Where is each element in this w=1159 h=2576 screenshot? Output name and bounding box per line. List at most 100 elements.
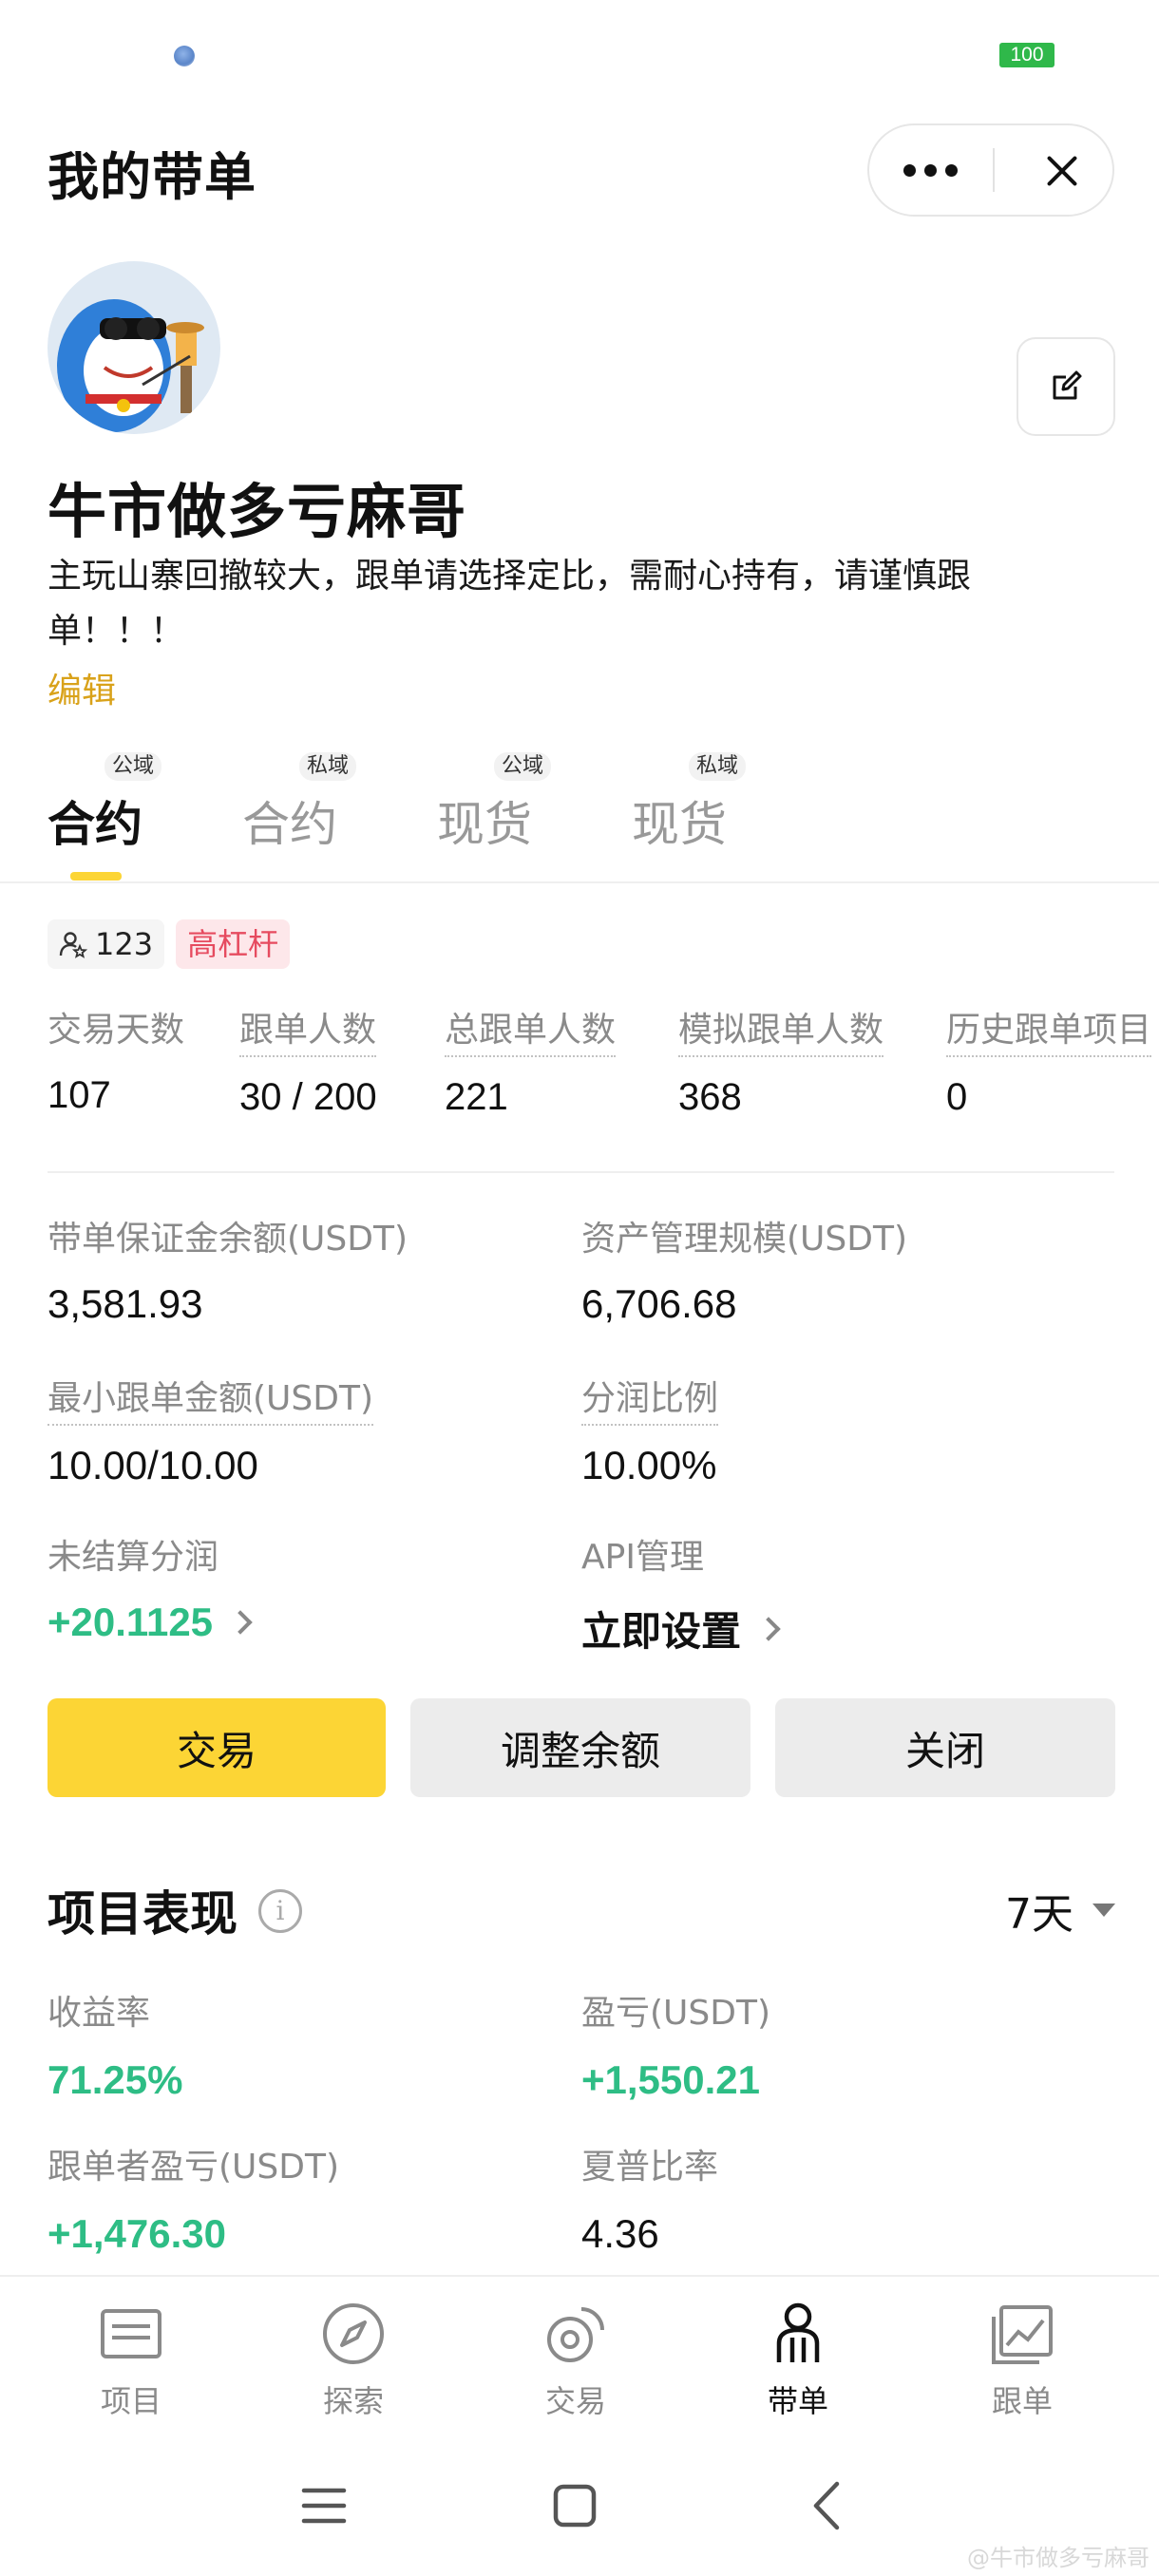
- stat-followers[interactable]: 跟单人数 30 / 200: [239, 1002, 377, 1119]
- stat-trading-days: 交易天数 107: [48, 1002, 184, 1117]
- user-star-icon: [59, 932, 87, 958]
- stats-row: 交易天数 107 跟单人数 30 / 200 总跟单人数 221 模拟跟单人数 …: [0, 1002, 1159, 1135]
- tab-private-spot[interactable]: 私域 现货: [632, 750, 747, 883]
- mini-program-capsule: [867, 123, 1114, 217]
- notification-icon: [174, 46, 195, 66]
- edit-bio-link[interactable]: 编辑: [48, 663, 116, 712]
- stat-label: 跟单人数: [239, 1002, 377, 1057]
- more-options-icon[interactable]: [869, 125, 991, 215]
- tab-tag: 公域: [104, 752, 162, 781]
- active-tab-indicator: [70, 872, 122, 881]
- info-label: 未结算分润: [48, 1538, 219, 1577]
- tab-tag: 私域: [299, 752, 357, 781]
- system-nav-bar: @牛市做多亏麻哥: [0, 2436, 1159, 2576]
- perf-follower-pnl: 跟单者盈亏(USDT) +1,476.30: [48, 2139, 339, 2257]
- tab-public-spot[interactable]: 公域 现货: [437, 750, 552, 883]
- followers-count: 123: [95, 926, 154, 962]
- followers-badge: 123: [48, 919, 165, 969]
- stat-value: 0: [946, 1076, 968, 1118]
- min-copy-amount[interactable]: 最小跟单金额(USDT) 10.00/10.00: [48, 1371, 374, 1488]
- watermark: @牛市做多亏麻哥: [967, 2545, 1150, 2571]
- capsule-divider: [993, 148, 995, 192]
- tab-bar: 公域 合约 私域 合约 公域 现货 私域 现货: [0, 750, 1159, 883]
- close-icon[interactable]: [997, 125, 1112, 215]
- nav-label: 带单: [767, 2383, 828, 2419]
- perf-value: 71.25%: [48, 2057, 183, 2102]
- tab-public-futures[interactable]: 公域 合约: [48, 750, 162, 883]
- info-icon[interactable]: i: [258, 1889, 302, 1933]
- stat-value: 107: [48, 1074, 111, 1116]
- stat-total-followers[interactable]: 总跟单人数 221: [445, 1002, 617, 1119]
- adjust-balance-button[interactable]: 调整余额: [410, 1698, 750, 1797]
- profit-share-ratio[interactable]: 分润比例 10.00%: [581, 1371, 719, 1488]
- home-icon[interactable]: [532, 2472, 618, 2539]
- stat-label: 总跟单人数: [445, 1002, 617, 1057]
- menu-icon[interactable]: [281, 2472, 367, 2539]
- trade-button[interactable]: 交易: [48, 1698, 386, 1797]
- api-management[interactable]: API管理 立即设置: [581, 1529, 781, 1657]
- performance-header: 项目表现 i 7天: [48, 1876, 1115, 1942]
- period-label: 7天: [1005, 1890, 1074, 1939]
- perf-value: 4.36: [581, 2211, 659, 2256]
- tab-label: 现货: [437, 797, 532, 852]
- action-row: 交易 调整余额 关闭: [48, 1698, 1115, 1797]
- info-label: 带单保证金余额(USDT): [48, 1220, 408, 1259]
- perf-roi: 收益率 71.25%: [48, 1985, 182, 2103]
- margin-balance: 带单保证金余额(USDT) 3,581.93: [48, 1211, 408, 1327]
- stat-label: 交易天数: [48, 1011, 185, 1050]
- divider: [48, 1171, 1114, 1173]
- perf-pnl: 盈亏(USDT) +1,550.21: [581, 1985, 770, 2103]
- bio-text: 主玩山寨回撤较大，跟单请选择定比，需耐心持有，请谨慎跟单！！！: [48, 557, 972, 651]
- period-selector[interactable]: 7天: [1005, 1880, 1115, 1941]
- avatar[interactable]: [48, 261, 220, 434]
- perf-value: +1,476.30: [48, 2211, 227, 2256]
- info-value: +20.1125: [48, 1600, 214, 1644]
- compass-icon: [323, 2303, 384, 2364]
- nav-label: 项目: [100, 2383, 162, 2419]
- nav-copy[interactable]: 跟单: [946, 2296, 1098, 2429]
- nickname: 牛市做多亏麻哥: [48, 477, 467, 546]
- copy-chart-icon: [992, 2305, 1053, 2364]
- stat-history-projects[interactable]: 历史跟单项目 0: [946, 1002, 1152, 1119]
- info-value: 10.00/10.00: [48, 1443, 258, 1487]
- perf-label: 收益率: [48, 1994, 151, 2033]
- perf-label: 盈亏(USDT): [581, 1994, 771, 2033]
- stat-simulated-followers[interactable]: 模拟跟单人数 368: [678, 1002, 884, 1119]
- high-leverage-badge: 高杠杆: [176, 919, 291, 969]
- back-icon[interactable]: [785, 2472, 870, 2539]
- nav-projects[interactable]: 项目: [55, 2296, 207, 2429]
- info-label: 分润比例: [581, 1371, 719, 1426]
- person-lead-icon: [776, 2302, 820, 2362]
- info-label: 最小跟单金额(USDT): [48, 1371, 374, 1426]
- nav-label: 交易: [544, 2383, 606, 2419]
- stat-value: 221: [445, 1076, 508, 1118]
- trade-coin-icon: [547, 2307, 604, 2362]
- tab-tag: 私域: [689, 752, 747, 781]
- info-value: 10.00%: [581, 1443, 717, 1487]
- nav-label: 探索: [322, 2383, 384, 2419]
- perf-value: +1,550.21: [581, 2057, 761, 2102]
- caret-down-icon: [1092, 1904, 1115, 1917]
- tab-label: 合约: [48, 797, 142, 852]
- tab-private-futures[interactable]: 私域 合约: [242, 750, 357, 883]
- unsettled-profit-share[interactable]: 未结算分润 +20.1125: [48, 1529, 253, 1645]
- info-label: API管理: [581, 1538, 704, 1577]
- edit-profile-button[interactable]: [1016, 337, 1115, 436]
- close-button[interactable]: 关闭: [775, 1698, 1115, 1797]
- perf-label: 跟单者盈亏(USDT): [48, 2148, 340, 2187]
- assets-under-management: 资产管理规模(USDT) 6,706.68: [581, 1211, 907, 1327]
- chevron-right-icon: [756, 1616, 781, 1641]
- tab-tag: 公域: [494, 752, 552, 781]
- page-title: 我的带单: [48, 147, 256, 207]
- status-bar: 100: [0, 0, 1159, 114]
- bottom-nav: 项目 探索 交易 带单 跟单: [0, 2275, 1159, 2436]
- nav-lead[interactable]: 带单: [722, 2296, 874, 2429]
- battery-indicator: 100: [999, 43, 1054, 67]
- nav-trade[interactable]: 交易: [500, 2296, 652, 2429]
- info-value: 6,706.68: [581, 1281, 737, 1326]
- list-icon: [101, 2309, 162, 2358]
- info-value: 3,581.93: [48, 1281, 203, 1326]
- section-title: 项目表现: [48, 1886, 238, 1941]
- nav-explore[interactable]: 探索: [277, 2296, 429, 2429]
- chevron-right-icon: [228, 1610, 253, 1635]
